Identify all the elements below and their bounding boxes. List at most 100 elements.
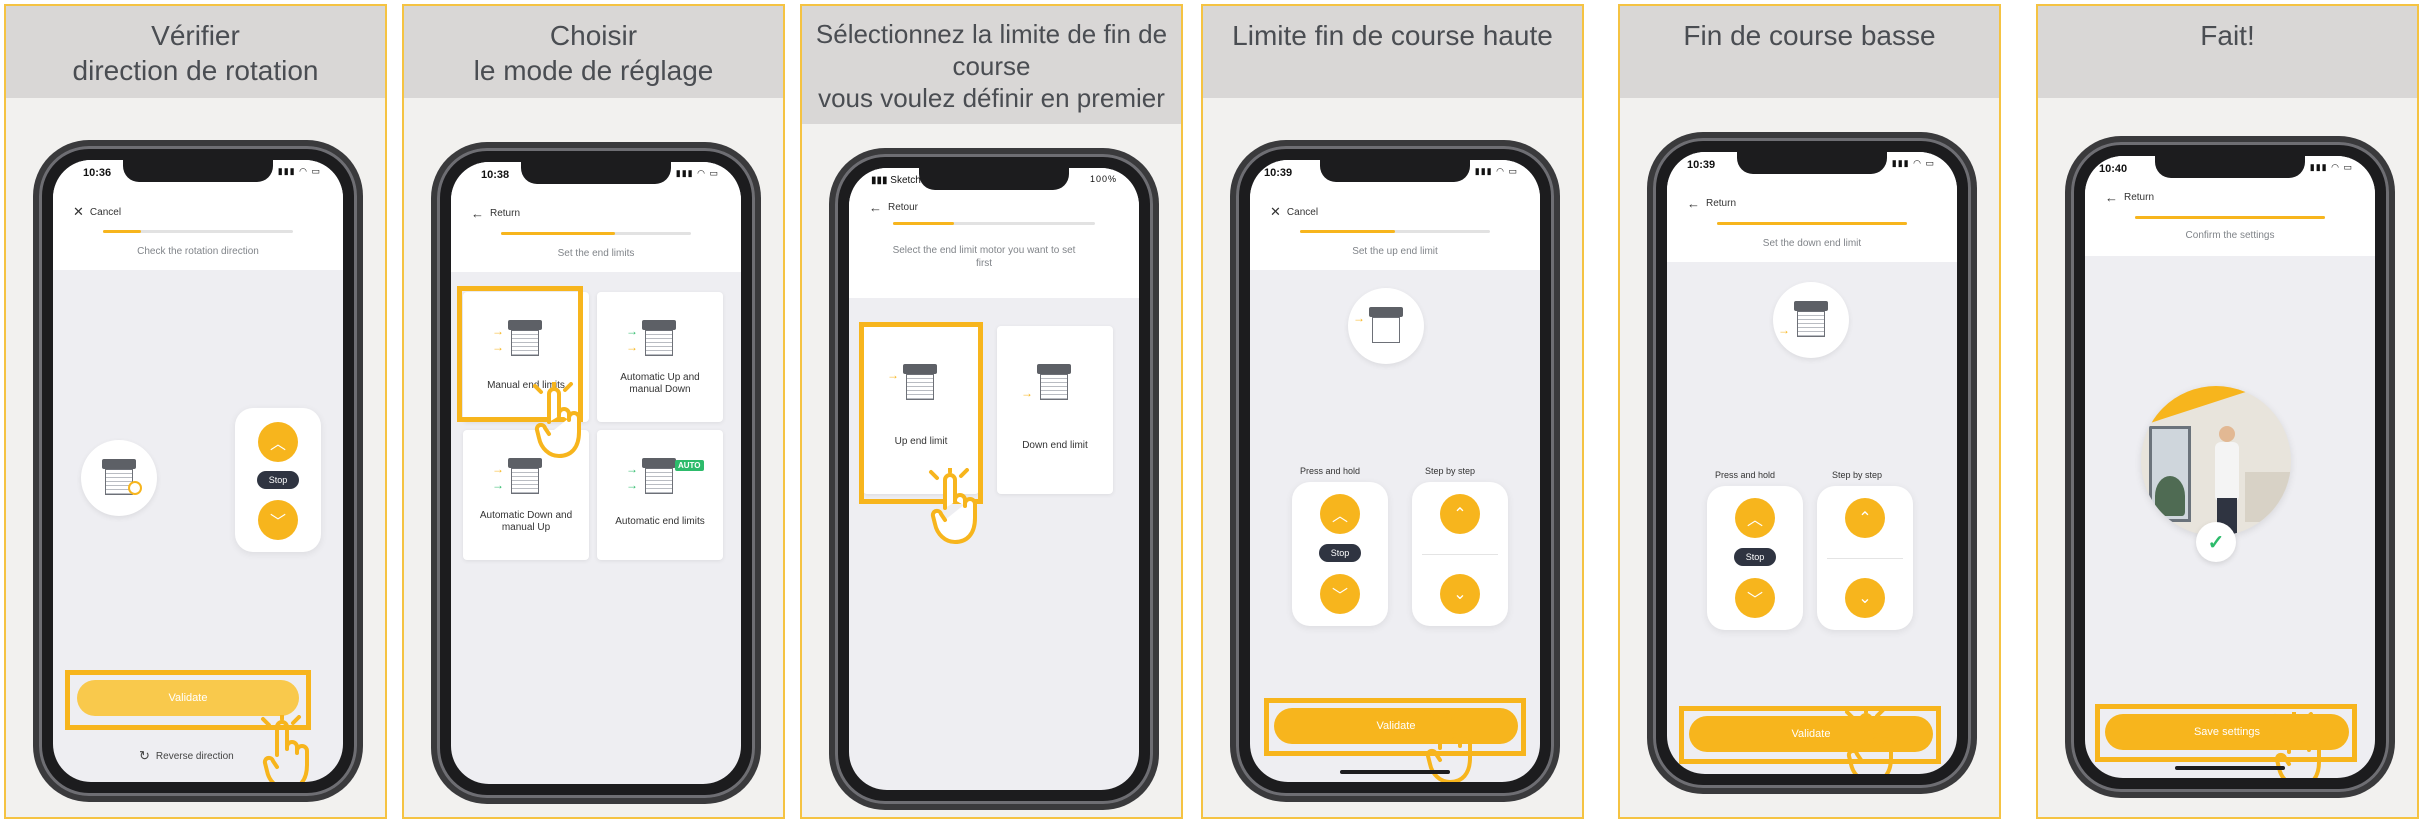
progress-bar (501, 232, 691, 235)
phone-screen: 10:36 ▮▮▮ ◠ ▭ ✕ Cancel Check the rotatio… (53, 160, 343, 782)
mode-label: Automatic end limits (615, 516, 705, 527)
panel-header: Vérifier direction de rotation (6, 6, 385, 98)
notch (1320, 160, 1470, 182)
phone-mockup: 10:36 ▮▮▮ ◠ ▭ ✕ Cancel Check the rotatio… (35, 146, 361, 796)
header-line: Vérifier (151, 20, 240, 51)
step-by-step-card: ⌃ ⌄ (1412, 482, 1508, 626)
back-arrow-icon: ← (869, 200, 882, 215)
mode-card-auto-up[interactable]: → → Automatic Up and manual Down (597, 292, 723, 422)
status-icons: ▮▮▮ ◠ ▭ (1891, 158, 1935, 168)
back-arrow-icon: ← (2105, 190, 2118, 205)
header-line: Sélectionnez la limite de fin de (815, 19, 1168, 49)
option-label: Down end limit (1022, 440, 1088, 451)
press-hold-card: ︿ Stop ﹀ (1292, 482, 1388, 626)
panel-choose-mode: Choisir le mode de réglage 10:38 ▮▮▮ ◠ ▭… (402, 4, 785, 819)
phone-mockup: 10:38 ▮▮▮ ◠ ▭ ← Return Set the end limit… (433, 148, 759, 798)
chevron-up-icon: ︿ (1331, 508, 1348, 525)
header-line: Fin de course basse (1683, 20, 1936, 51)
reverse-direction-link[interactable]: ↻ Reverse direction (139, 748, 234, 764)
header-line: Fait! (2200, 20, 2255, 51)
status-time: 10:38 (481, 169, 510, 181)
up-button[interactable]: ︿ (1320, 494, 1360, 534)
close-icon: ✕ (73, 204, 84, 219)
press-hold-label: Press and hold (1299, 466, 1361, 476)
close-icon: ✕ (1270, 204, 1281, 219)
notch (2155, 156, 2305, 178)
return-link[interactable]: ← Return (1687, 196, 1736, 211)
phone-screen: 10:39 ▮▮▮ ◠ ▭ ✕ Cancel Set the up end li… (1250, 160, 1540, 782)
divider (1827, 558, 1903, 559)
cancel-link[interactable]: ✕ Cancel (1270, 204, 1318, 220)
return-link[interactable]: ← Retour (869, 200, 918, 215)
home-indicator (2175, 766, 2285, 770)
stop-button[interactable]: Stop (1319, 544, 1361, 562)
validate-button[interactable]: Validate (77, 680, 299, 716)
status-carrier: ▮▮▮ Sketch (871, 175, 921, 186)
mode-card-automatic[interactable]: → → AUTO Automatic end limits (597, 430, 723, 560)
step-by-step-label: Step by step (1424, 466, 1476, 476)
step-by-step-label: Step by step (1831, 470, 1883, 480)
press-hold-label: Press and hold (1714, 470, 1776, 480)
return-link[interactable]: ← Return (471, 206, 520, 221)
chevron-down-icon: ﹀ (1746, 592, 1763, 609)
chevron-up-icon: ︿ (1746, 512, 1763, 529)
panel-header: Fait! (2038, 6, 2417, 98)
header-line: Choisir (549, 20, 638, 51)
step-up-button[interactable]: ⌃ (1845, 498, 1885, 538)
status-time: 10:39 (1687, 159, 1716, 171)
step-down-button[interactable]: ⌄ (1440, 574, 1480, 614)
down-button[interactable]: ﹀ (1735, 578, 1775, 618)
step-down-button[interactable]: ⌄ (1845, 578, 1885, 618)
nav-label: Return (490, 208, 521, 219)
up-button[interactable]: ︿ (258, 422, 298, 462)
chevron-down-icon: ﹀ (1331, 588, 1348, 605)
down-button[interactable]: ﹀ (1320, 574, 1360, 614)
step-up-button[interactable]: ⌃ (1440, 494, 1480, 534)
panel-up-end-limit: Limite fin de course haute 10:39 ▮▮▮ ◠ ▭… (1201, 4, 1584, 819)
stop-button[interactable]: Stop (257, 471, 299, 489)
pointing-hand-icon (533, 382, 581, 458)
carrier-label: Sketch (890, 175, 921, 186)
status-time: 10:39 (1264, 167, 1293, 179)
option-down-end-limit[interactable]: → Down end limit (997, 326, 1113, 494)
header-line: vous voulez définir en premier (818, 83, 1165, 113)
stop-button[interactable]: Stop (1734, 548, 1776, 566)
reverse-label: Reverse direction (155, 750, 234, 762)
progress-bar (2135, 216, 2325, 219)
motor-icon-circle (81, 440, 157, 516)
up-button[interactable]: ︿ (1735, 498, 1775, 538)
panel-header: Sélectionnez la limite de fin de course … (802, 6, 1181, 124)
phone-screen: 10:38 ▮▮▮ ◠ ▭ ← Return Set the end limit… (451, 162, 741, 784)
chevron-down-icon: ﹀ (269, 514, 286, 531)
step-title: Confirm the settings (2185, 230, 2275, 241)
nav-label: Return (1706, 198, 1737, 209)
pointing-hand-icon (1845, 708, 1893, 774)
press-hold-card: ︿ Stop ﹀ (1707, 486, 1803, 630)
panel-header: Limite fin de course haute (1203, 6, 1582, 98)
header-line: course (952, 51, 1031, 81)
return-link[interactable]: ← Return (2105, 190, 2154, 205)
phone-mockup: ▮▮▮ Sketch 100% ← Retour Select the end … (831, 154, 1157, 804)
nav-label: Retour (888, 202, 919, 213)
step-title: Set the up end limit (1352, 246, 1438, 257)
header-line: le mode de réglage (473, 55, 714, 86)
step-title: Set the down end limit (1762, 238, 1862, 249)
notch (521, 162, 671, 184)
phone-screen: ▮▮▮ Sketch 100% ← Retour Select the end … (849, 168, 1139, 790)
notch (919, 168, 1069, 190)
panel-done: Fait! 10:40 ▮▮▮ ◠ ▭ ← Return Confirm the… (2036, 4, 2419, 819)
panel-down-end-limit: Fin de course basse 10:39 ▮▮▮ ◠ ▭ ← Retu… (1618, 4, 2001, 819)
cancel-link[interactable]: ✕ Cancel (73, 204, 121, 220)
step-down-icon: ⌄ (1858, 590, 1872, 607)
blind-icon: → (1021, 364, 1071, 402)
notch (123, 160, 273, 182)
progress-bar (893, 222, 1095, 225)
phone-mockup: 10:40 ▮▮▮ ◠ ▭ ← Return Confirm the setti… (2067, 142, 2393, 792)
step-title: Select the end limit motor you want to s… (892, 245, 1076, 269)
panel-select-first-limit: Sélectionnez la limite de fin de course … (800, 4, 1183, 819)
down-button[interactable]: ﹀ (258, 500, 298, 540)
step-down-icon: ⌄ (1453, 586, 1467, 603)
panel-check-rotation: Vérifier direction de rotation 10:36 ▮▮▮… (4, 4, 387, 819)
check-icon: ✓ (2196, 522, 2236, 562)
header-line: direction de rotation (72, 55, 319, 86)
